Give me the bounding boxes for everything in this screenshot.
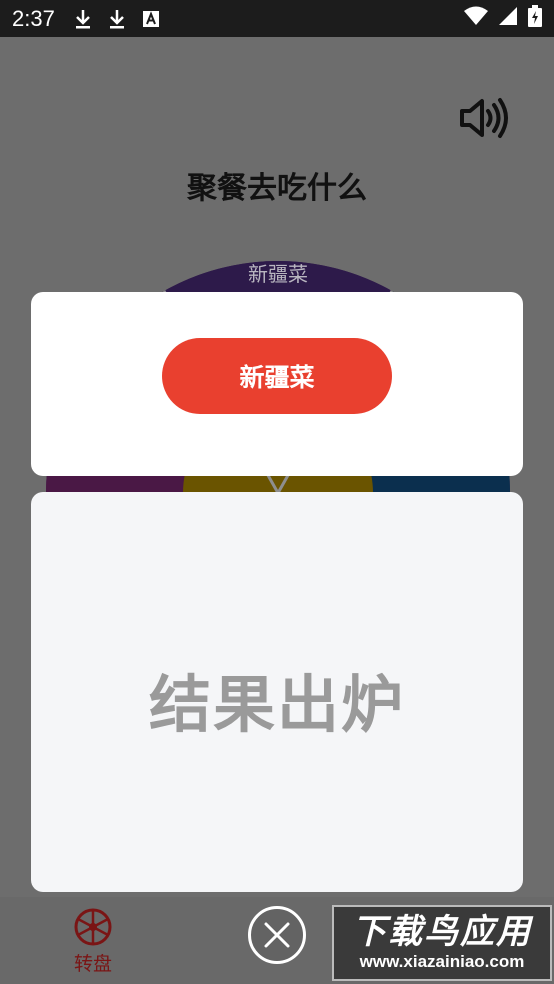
watermark-title: 下载鸟应用 — [352, 913, 532, 951]
watermark: 下载鸟应用 www.xiazainiao.com — [332, 905, 552, 981]
text-a-icon — [139, 7, 163, 31]
signal-icon — [498, 6, 518, 31]
watermark-url: www.xiazainiao.com — [359, 952, 525, 971]
status-bar: 2:37 — [0, 0, 554, 37]
wheel-icon — [74, 908, 112, 946]
page-title: 聚餐去吃什么 — [187, 171, 367, 206]
wheel-segment-label: 新疆菜 — [248, 262, 308, 286]
volume-icon — [460, 98, 508, 138]
result-button[interactable]: 新疆菜 — [162, 338, 392, 414]
result-dialog-card: 新疆菜 — [31, 292, 523, 476]
nav-item-wheel[interactable]: 转盘 — [62, 907, 124, 977]
download-icon — [105, 7, 129, 31]
status-time: 2:37 — [12, 5, 55, 31]
status-right-icons — [464, 5, 542, 32]
result-heading: 结果出炉 — [148, 668, 405, 741]
download-icon — [71, 7, 95, 31]
nav-item-label: 转盘 — [73, 953, 112, 975]
close-dialog-button[interactable] — [248, 906, 306, 964]
wifi-icon — [464, 6, 488, 31]
sound-button[interactable] — [456, 95, 512, 141]
close-icon — [264, 922, 290, 948]
result-banner: 结果出炉 — [31, 492, 523, 892]
battery-icon — [528, 5, 542, 32]
